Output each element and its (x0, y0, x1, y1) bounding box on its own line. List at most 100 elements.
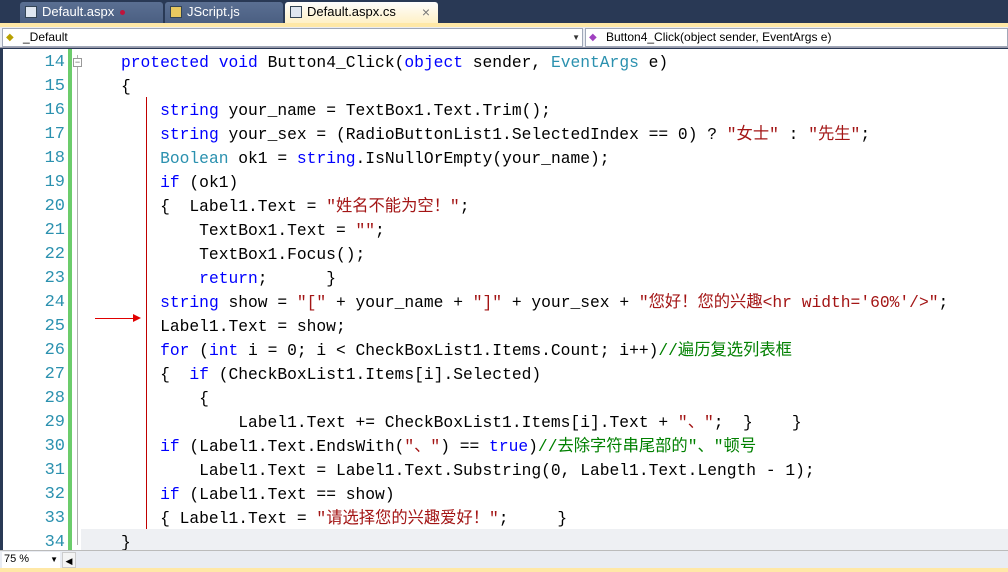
method-icon: ◆ (589, 32, 597, 43)
plain-token: Label1.Text += CheckBoxList1.Items[i].Te… (121, 413, 678, 432)
code-text: if (ok1) (121, 171, 238, 195)
plain-token: your_name = TextBox1.Text.Trim(); (218, 101, 551, 120)
code-editor[interactable]: − 14 protected void Button4_Click(object … (3, 49, 1008, 550)
plain-token: Label1.Text = show; (121, 317, 346, 336)
zoom-dropdown[interactable]: 75 % ▼ (2, 552, 60, 568)
plain-token: { (121, 77, 131, 96)
plain-token: ; } (498, 509, 568, 528)
code-line[interactable]: 22 TextBox1.Focus(); (3, 243, 1008, 267)
plain-token: (ok1) (179, 173, 239, 192)
plain-token: ) (528, 437, 538, 456)
string-token: "]" (472, 293, 503, 312)
line-number: 28 (44, 389, 65, 408)
code-line[interactable]: 33 { Label1.Text = "请选择您的兴趣爱好！"; } (3, 507, 1008, 531)
code-line[interactable]: 19 if (ok1) (3, 171, 1008, 195)
line-number: 18 (44, 149, 65, 168)
member-dropdown[interactable]: ◆ Button4_Click(object sender, EventArgs… (585, 28, 1008, 47)
tab-label: Default.aspx (42, 4, 115, 19)
plain-token: Button4_Click( (257, 53, 405, 72)
code-line[interactable]: 16 string your_name = TextBox1.Text.Trim… (3, 99, 1008, 123)
line-number: 21 (44, 221, 65, 240)
plain-token: : (778, 125, 809, 144)
code-text: protected void Button4_Click(object send… (121, 51, 668, 75)
code-text: if (Label1.Text == show) (121, 483, 395, 507)
editor-bottom-bar: 75 % ▼ ◀ (0, 550, 1008, 568)
code-text: Label1.Text = Label1.Text.Substring(0, L… (121, 459, 815, 483)
class-dropdown[interactable]: ◆ _Default ▼ (2, 28, 583, 47)
code-text: Boolean ok1 = string.IsNullOrEmpty(your_… (121, 147, 609, 171)
keyword-token: object (404, 53, 463, 72)
line-number: 17 (44, 125, 65, 144)
tab-default-aspx-cs[interactable]: Default.aspx.cs × (285, 2, 438, 23)
design-file-icon (25, 6, 37, 18)
line-number: 34 (44, 533, 65, 550)
type-token: Boolean (160, 149, 229, 168)
plain-token: ; (938, 293, 949, 312)
code-line[interactable]: 29 Label1.Text += CheckBoxList1.Items[i]… (3, 411, 1008, 435)
member-dropdown-value: Button4_Click(object sender, EventArgs e… (606, 30, 832, 44)
keyword-token: string (160, 293, 219, 312)
line-number: 32 (44, 485, 65, 504)
plain-token: ok1 = (228, 149, 297, 168)
string-token: "" (355, 221, 376, 240)
keyword-token: if (160, 485, 180, 504)
line-number: 31 (44, 461, 65, 480)
scroll-left-button[interactable]: ◀ (62, 552, 76, 568)
plain-token: ) == (440, 437, 490, 456)
code-line[interactable]: 25 Label1.Text = show; (3, 315, 1008, 339)
class-dropdown-value: _Default (23, 30, 68, 44)
navigation-bar: ◆ _Default ▼ ◆ Button4_Click(object send… (0, 27, 1008, 48)
code-line[interactable]: 30 if (Label1.Text.EndsWith("、") == true… (3, 435, 1008, 459)
string-token: "请选择您的兴趣爱好！" (316, 509, 499, 528)
comment-token: //遍历复选列表框 (658, 341, 792, 360)
plain-token: ; (459, 197, 470, 216)
chevron-down-icon[interactable]: ▼ (50, 552, 58, 567)
code-text: { (121, 75, 131, 99)
line-number: 27 (44, 365, 65, 384)
plain-token: { Label1.Text = (121, 197, 327, 216)
tab-jscript-js[interactable]: JScript.js (165, 2, 283, 23)
cs-file-icon (290, 6, 302, 18)
plain-token: TextBox1.Text = (121, 221, 356, 240)
code-line[interactable]: 17 string your_sex = (RadioButtonList1.S… (3, 123, 1008, 147)
plain-token: Label1.Text = Label1.Text.Substring(0, L… (121, 461, 815, 480)
line-number: 14 (44, 53, 65, 72)
code-line[interactable]: 24 string show = "[" + your_name + "]" +… (3, 291, 1008, 315)
line-number: 15 (44, 77, 65, 96)
code-line[interactable]: 31 Label1.Text = Label1.Text.Substring(0… (3, 459, 1008, 483)
code-line[interactable]: 14 protected void Button4_Click(object se… (3, 51, 1008, 75)
plain-token: ; (860, 125, 871, 144)
chevron-down-icon[interactable]: ▼ (572, 29, 580, 46)
code-line[interactable]: 26 for (int i = 0; i < CheckBoxList1.Ite… (3, 339, 1008, 363)
line-number: 16 (44, 101, 65, 120)
code-text: if (Label1.Text.EndsWith("、") == true)//… (121, 435, 756, 459)
plain-token: { Label1.Text = (121, 509, 317, 528)
code-text: { Label1.Text = "姓名不能为空！"; (121, 195, 469, 219)
plain-token: (Label1.Text.EndsWith( (179, 437, 405, 456)
code-line[interactable]: 32 if (Label1.Text == show) (3, 483, 1008, 507)
code-line[interactable]: 34} (3, 531, 1008, 550)
string-token: "[" (296, 293, 327, 312)
code-line[interactable]: 23 return; } (3, 267, 1008, 291)
keyword-token: if (189, 365, 209, 384)
close-tab-icon[interactable]: × (422, 2, 430, 22)
keyword-token: int (208, 341, 239, 360)
code-line[interactable]: 27 { if (CheckBoxList1.Items[i].Selected… (3, 363, 1008, 387)
plain-token: i = 0; i < CheckBoxList1.Items.Count; i+… (238, 341, 659, 360)
code-line[interactable]: 18 Boolean ok1 = string.IsNullOrEmpty(yo… (3, 147, 1008, 171)
code-line[interactable]: 28 { (3, 387, 1008, 411)
keyword-token: string (160, 101, 219, 120)
code-line[interactable]: 20 { Label1.Text = "姓名不能为空！"; (3, 195, 1008, 219)
tab-default-aspx[interactable]: Default.aspx (20, 2, 163, 23)
keyword-token: if (160, 173, 180, 192)
line-number: 30 (44, 437, 65, 456)
line-number: 23 (44, 269, 65, 288)
code-text: { (121, 387, 209, 411)
code-line[interactable]: 15 { (3, 75, 1008, 99)
code-line[interactable]: 21 TextBox1.Text = ""; (3, 219, 1008, 243)
